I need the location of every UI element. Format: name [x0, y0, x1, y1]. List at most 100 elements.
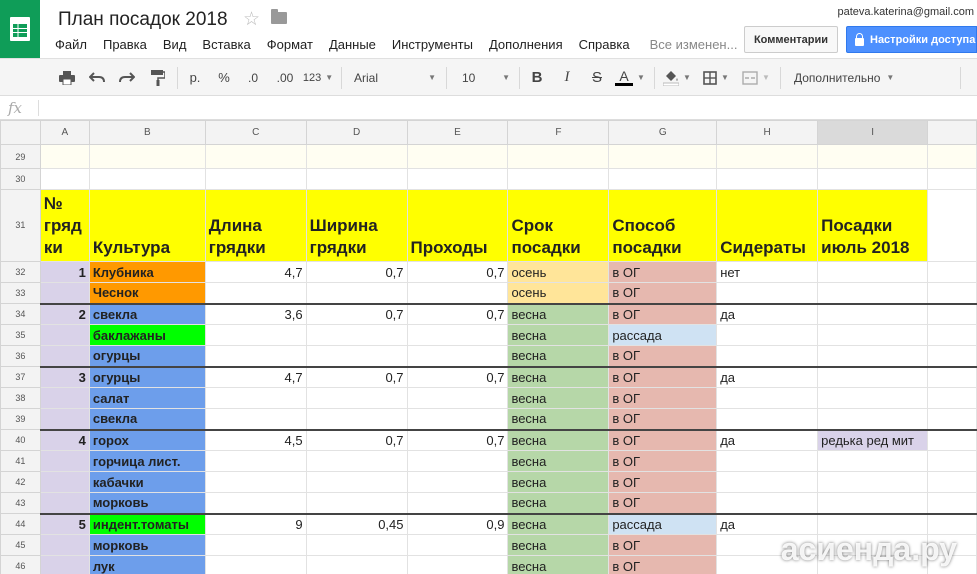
planting-season-cell[interactable]: весна — [507, 512, 610, 535]
green-manure-cell[interactable]: да — [716, 302, 819, 325]
font-family-select[interactable]: Arial ▼ — [348, 59, 440, 96]
crop-cell[interactable]: индент.томаты — [88, 512, 206, 535]
planting-method-cell[interactable]: в ОГ — [608, 387, 718, 409]
bold-button[interactable]: B — [526, 59, 548, 96]
planting-method-cell[interactable]: в ОГ — [608, 365, 718, 388]
bed-length-cell[interactable] — [204, 492, 307, 514]
green-manure-cell[interactable]: да — [716, 365, 819, 388]
planting-method-cell[interactable]: в ОГ — [608, 555, 718, 574]
crop-cell[interactable]: горчица лист. — [88, 450, 206, 472]
bed-number-cell[interactable] — [39, 324, 90, 346]
undo-icon[interactable] — [84, 59, 110, 96]
cell-b[interactable] — [88, 168, 206, 190]
green-manure-cell[interactable]: да — [716, 428, 819, 451]
green-manure-cell[interactable] — [716, 471, 819, 493]
planting-season-cell[interactable]: весна — [507, 365, 610, 388]
planting-season-cell[interactable]: весна — [507, 471, 610, 493]
aisle-cell[interactable] — [406, 471, 509, 493]
planting-season-cell[interactable]: весна — [507, 450, 610, 472]
header-cell-c[interactable]: Длина грядки — [204, 189, 307, 262]
bed-length-cell[interactable] — [204, 555, 307, 574]
bed-number-cell[interactable] — [39, 450, 90, 472]
fill-color-button[interactable]: ▼ — [661, 59, 693, 96]
row-header[interactable]: 36 — [0, 345, 41, 367]
row-header[interactable]: 30 — [0, 168, 41, 190]
aisle-cell[interactable]: 0,7 — [406, 261, 509, 283]
row-header[interactable]: 31 — [0, 189, 41, 262]
planting-method-cell[interactable]: в ОГ — [608, 428, 718, 451]
row-header[interactable]: 39 — [0, 408, 41, 430]
planting-season-cell[interactable]: весна — [507, 345, 610, 367]
bed-width-cell[interactable] — [305, 282, 408, 304]
bed-width-cell[interactable]: 0,7 — [305, 428, 408, 451]
row-header[interactable]: 45 — [0, 534, 41, 556]
menu-addons[interactable]: Дополнения — [489, 37, 563, 52]
planting-season-cell[interactable]: весна — [507, 428, 610, 451]
row-header[interactable]: 44 — [0, 513, 41, 535]
sheets-logo[interactable] — [0, 0, 40, 58]
font-size-select[interactable]: 10 ▼ — [452, 59, 514, 96]
cell-j[interactable] — [927, 387, 977, 409]
july-planting-cell[interactable] — [817, 408, 929, 430]
bed-length-cell[interactable]: 3,6 — [204, 302, 307, 325]
bed-number-cell[interactable] — [39, 282, 90, 304]
bed-number-cell[interactable] — [39, 534, 90, 556]
aisle-cell[interactable]: 0,7 — [406, 365, 509, 388]
bed-length-cell[interactable]: 9 — [204, 512, 307, 535]
cell-j[interactable] — [927, 144, 977, 169]
crop-cell[interactable]: Клубника — [88, 261, 206, 283]
planting-method-cell[interactable]: в ОГ — [608, 450, 718, 472]
strikethrough-button[interactable]: S — [586, 59, 608, 96]
column-header-d[interactable]: D — [305, 120, 408, 145]
cell-j[interactable] — [927, 324, 977, 346]
menu-file[interactable]: Файл — [55, 37, 87, 52]
july-planting-cell[interactable] — [817, 261, 929, 283]
planting-method-cell[interactable]: рассада — [608, 324, 718, 346]
bed-width-cell[interactable]: 0,7 — [305, 365, 408, 388]
cell-b[interactable] — [88, 144, 206, 169]
aisle-cell[interactable] — [406, 408, 509, 430]
bed-length-cell[interactable] — [204, 282, 307, 304]
aisle-cell[interactable] — [406, 387, 509, 409]
planting-season-cell[interactable]: весна — [507, 555, 610, 574]
bed-length-cell[interactable]: 4,5 — [204, 428, 307, 451]
menu-tools[interactable]: Инструменты — [392, 37, 473, 52]
cell-e[interactable] — [406, 144, 509, 169]
july-planting-cell[interactable] — [817, 450, 929, 472]
cell-g[interactable] — [608, 144, 718, 169]
cell-d[interactable] — [305, 144, 408, 169]
planting-season-cell[interactable]: весна — [507, 324, 610, 346]
bed-length-cell[interactable] — [204, 471, 307, 493]
aisle-cell[interactable] — [406, 345, 509, 367]
crop-cell[interactable]: салат — [88, 387, 206, 409]
header-cell-i[interactable]: Посадки июль 2018 — [817, 189, 929, 262]
crop-cell[interactable]: свекла — [88, 302, 206, 325]
menu-format[interactable]: Формат — [267, 37, 313, 52]
cell-j[interactable] — [927, 365, 977, 388]
row-header[interactable]: 43 — [0, 492, 41, 514]
text-color-button[interactable]: A ▼ — [614, 59, 646, 96]
aisle-cell[interactable] — [406, 450, 509, 472]
planting-season-cell[interactable]: осень — [507, 282, 610, 304]
column-header-a[interactable]: A — [39, 120, 90, 145]
select-all-corner[interactable] — [0, 120, 41, 145]
cell-d[interactable] — [305, 168, 408, 190]
cell-j[interactable] — [927, 189, 977, 262]
cell-g[interactable] — [608, 168, 718, 190]
increase-decimal-button[interactable]: .00 — [270, 59, 300, 96]
planting-method-cell[interactable]: в ОГ — [608, 302, 718, 325]
cell-a[interactable] — [39, 168, 90, 190]
planting-method-cell[interactable]: в ОГ — [608, 282, 718, 304]
bed-length-cell[interactable]: 4,7 — [204, 261, 307, 283]
row-header[interactable]: 46 — [0, 555, 41, 574]
bed-length-cell[interactable] — [204, 450, 307, 472]
crop-cell[interactable]: морковь — [88, 534, 206, 556]
star-icon[interactable]: ☆ — [243, 8, 260, 31]
bed-width-cell[interactable] — [305, 450, 408, 472]
cell-f[interactable] — [507, 144, 610, 169]
header-cell-d[interactable]: Ширина грядки — [305, 189, 408, 262]
cell-h[interactable] — [716, 144, 819, 169]
bed-number-cell[interactable] — [39, 471, 90, 493]
cell-i[interactable] — [817, 168, 929, 190]
cell-j[interactable] — [927, 471, 977, 493]
